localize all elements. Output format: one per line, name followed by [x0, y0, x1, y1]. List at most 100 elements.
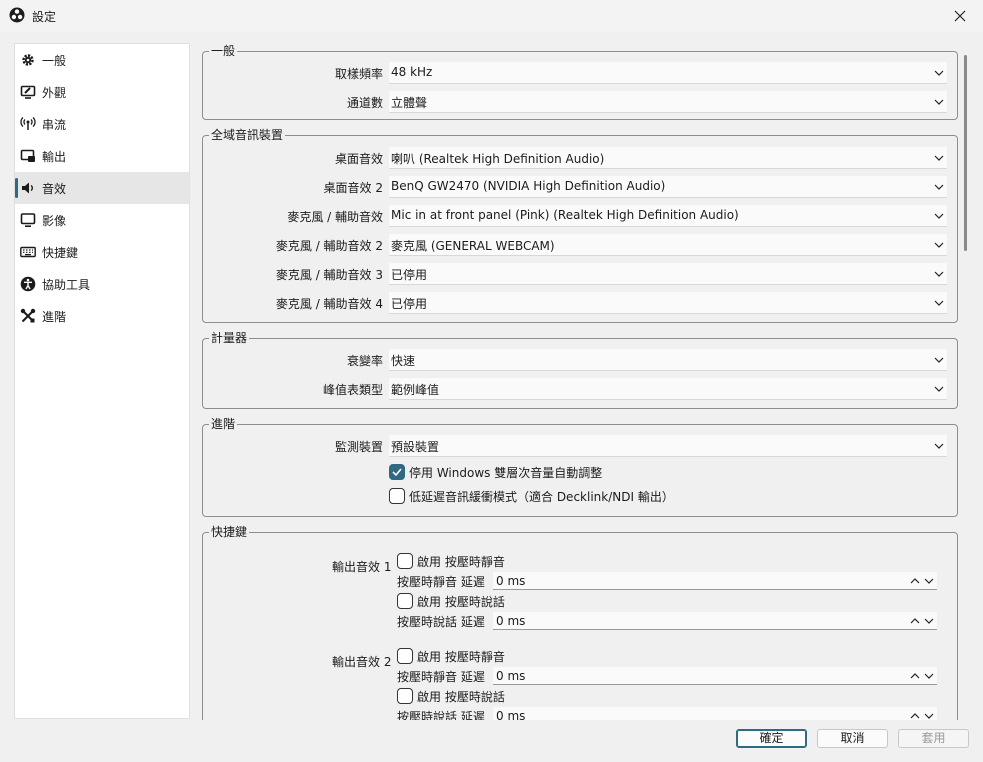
- select-value: BenQ GW2470 (NVIDIA High Definition Audi…: [391, 179, 666, 193]
- select-value: Mic in at front panel (Pink) (Realtek Hi…: [391, 208, 739, 222]
- peak-meter-select[interactable]: 範例峰值: [389, 378, 947, 400]
- gear-icon: [22, 54, 34, 66]
- scrollbar-thumb[interactable]: [964, 55, 967, 251]
- chevron-down-icon: [934, 213, 944, 219]
- decay-rate-select[interactable]: 快速: [389, 349, 947, 371]
- peak-meter-row: 峰值表類型 範例峰值: [203, 378, 959, 400]
- checkbox-label: 啟用 按壓時靜音: [417, 649, 505, 664]
- mic-aux-row: 麥克風 / 輔助音效 Mic in at front panel (Pink) …: [203, 205, 959, 227]
- push-to-mute-delay-spinbox[interactable]: 0 ms: [493, 667, 937, 685]
- sidebar-item-label: 音效: [42, 181, 67, 196]
- monitoring-device-select[interactable]: 預設裝置: [389, 435, 947, 457]
- checkbox-unchecked[interactable]: [397, 593, 413, 609]
- sidebar-item-stream[interactable]: 串流: [15, 108, 189, 140]
- decay-rate-row: 衰變率 快速: [203, 349, 959, 371]
- chevron-down-icon: [934, 386, 944, 392]
- global-audio-group: 全域音訊裝置 桌面音效 喇叭 (Realtek High Definition …: [202, 128, 959, 323]
- accessibility-icon: [20, 276, 36, 292]
- spin-arrows-icon[interactable]: [909, 574, 937, 588]
- device-label: 麥克風 / 輔助音效 4: [275, 297, 383, 311]
- push-to-talk-checkbox[interactable]: 啟用 按壓時說話: [397, 591, 505, 611]
- push-to-talk-delay-spinbox[interactable]: 0 ms: [493, 612, 937, 630]
- sidebar-item-general[interactable]: 一般: [15, 44, 189, 76]
- checkbox-label: 啟用 按壓時說話: [417, 594, 505, 609]
- sidebar-item-output[interactable]: 輸出: [15, 140, 189, 172]
- chevron-down-icon: [934, 357, 944, 363]
- monitoring-device-label: 監測裝置: [334, 440, 383, 454]
- sidebar-item-label: 一般: [42, 53, 67, 68]
- spinbox-value: 0 ms: [496, 709, 526, 720]
- push-to-mute-delay-spinbox[interactable]: 0 ms: [493, 572, 937, 590]
- select-value: 喇叭 (Realtek High Definition Audio): [391, 152, 605, 166]
- push-to-talk-checkbox[interactable]: 啟用 按壓時說話: [397, 686, 505, 706]
- sidebar-item-video[interactable]: 影像: [15, 204, 189, 236]
- appearance-icon: [20, 85, 36, 99]
- mic-aux-2-select[interactable]: 麥克風 (GENERAL WEBCAM): [389, 234, 947, 256]
- desktop-audio-2-select[interactable]: BenQ GW2470 (NVIDIA High Definition Audi…: [389, 176, 947, 198]
- mic-aux-3-select[interactable]: 已停用: [389, 263, 947, 285]
- device-label: 麥克風 / 輔助音效: [287, 210, 383, 224]
- sidebar-item-accessibility[interactable]: 協助工具: [15, 268, 189, 300]
- general-group: 一般 取樣頻率 48 kHz 通道數 立體聲: [202, 44, 959, 120]
- desktop-audio-select[interactable]: 喇叭 (Realtek High Definition Audio): [389, 147, 947, 169]
- spinbox-value: 0 ms: [496, 574, 526, 588]
- sidebar-item-appearance[interactable]: 外觀: [15, 76, 189, 108]
- sidebar-item-label: 外觀: [42, 85, 67, 100]
- chevron-down-icon: [934, 70, 944, 76]
- select-value: 麥克風 (GENERAL WEBCAM): [391, 239, 555, 253]
- cancel-button[interactable]: 取消: [817, 729, 888, 748]
- select-value: 立體聲: [391, 96, 428, 110]
- hotkey-source-label: 輸出音效 1: [332, 560, 392, 574]
- checkbox-label: 停用 Windows 雙層次音量自動調整: [409, 465, 603, 480]
- channels-select[interactable]: 立體聲: [389, 91, 947, 113]
- checkbox-unchecked[interactable]: [389, 488, 405, 504]
- ok-button[interactable]: 確定: [736, 729, 807, 748]
- spin-arrows-icon[interactable]: [909, 669, 937, 683]
- mic-aux-4-select[interactable]: 已停用: [389, 292, 947, 314]
- broadcast-icon: [20, 117, 36, 130]
- mic-aux-select[interactable]: Mic in at front panel (Pink) (Realtek Hi…: [389, 205, 947, 227]
- sidebar-item-label: 輸出: [42, 149, 67, 164]
- push-to-mute-delay-label: 按壓時靜音 延遲: [397, 670, 485, 684]
- sample-rate-label: 取樣頻率: [334, 67, 383, 81]
- hotkeys-group: 快捷鍵 輸出音效 1 啟用 按壓時靜音 按壓時靜音 延遲 0 ms 啟用 按壓時…: [202, 525, 958, 720]
- meters-group: 計量器 衰變率 快速 峰值表類型 範例峰值: [202, 331, 959, 409]
- mic-aux-4-row: 麥克風 / 輔助音效 4 已停用: [203, 292, 959, 314]
- push-to-talk-delay-label: 按壓時說話 延遲: [397, 615, 485, 629]
- sidebar-item-label: 進階: [42, 309, 67, 324]
- peak-meter-label: 峰值表類型: [322, 383, 383, 397]
- sample-rate-row: 取樣頻率 48 kHz: [203, 62, 959, 84]
- chevron-down-icon: [934, 184, 944, 190]
- spinbox-value: 0 ms: [496, 669, 526, 683]
- checkbox-unchecked[interactable]: [397, 648, 413, 664]
- sidebar-item-advanced[interactable]: 進階: [15, 300, 189, 332]
- decay-rate-label: 衰變率: [346, 354, 383, 368]
- select-value: 已停用: [391, 268, 428, 282]
- device-label: 麥克風 / 輔助音效 3: [275, 268, 383, 282]
- settings-sidebar: 一般 外觀 串流 輸出 音效 影像 快捷鍵 協助工具 進階: [14, 43, 190, 719]
- sidebar-item-audio[interactable]: 音效: [15, 172, 189, 204]
- checkbox-unchecked[interactable]: [397, 688, 413, 704]
- checkbox-unchecked[interactable]: [397, 553, 413, 569]
- checkmark-icon: [392, 468, 402, 477]
- spinbox-value: 0 ms: [496, 614, 526, 628]
- checkbox-checked[interactable]: [389, 464, 405, 480]
- sidebar-item-hotkeys[interactable]: 快捷鍵: [15, 236, 189, 268]
- hotkey-source-label: 輸出音效 2: [332, 655, 392, 669]
- spin-arrows-icon[interactable]: [909, 614, 937, 628]
- push-to-talk-delay-spinbox[interactable]: 0 ms: [493, 707, 937, 720]
- channels-row: 通道數 立體聲: [203, 91, 959, 113]
- push-to-mute-checkbox[interactable]: 啟用 按壓時靜音: [397, 646, 505, 666]
- sample-rate-select[interactable]: 48 kHz: [389, 62, 947, 84]
- apply-button[interactable]: 套用: [898, 729, 969, 748]
- sidebar-item-label: 串流: [42, 117, 67, 132]
- chevron-down-icon: [934, 242, 944, 248]
- group-title: 進階: [209, 417, 238, 431]
- low-latency-checkbox[interactable]: 低延遲音訊緩衝模式（適合 Decklink/NDI 輸出）: [389, 486, 674, 506]
- spin-arrows-icon[interactable]: [909, 709, 937, 720]
- close-button[interactable]: [937, 0, 983, 32]
- push-to-mute-checkbox[interactable]: 啟用 按壓時靜音: [397, 551, 505, 571]
- chevron-down-icon: [934, 300, 944, 306]
- chevron-down-icon: [934, 99, 944, 105]
- disable-ducking-checkbox[interactable]: 停用 Windows 雙層次音量自動調整: [389, 462, 602, 482]
